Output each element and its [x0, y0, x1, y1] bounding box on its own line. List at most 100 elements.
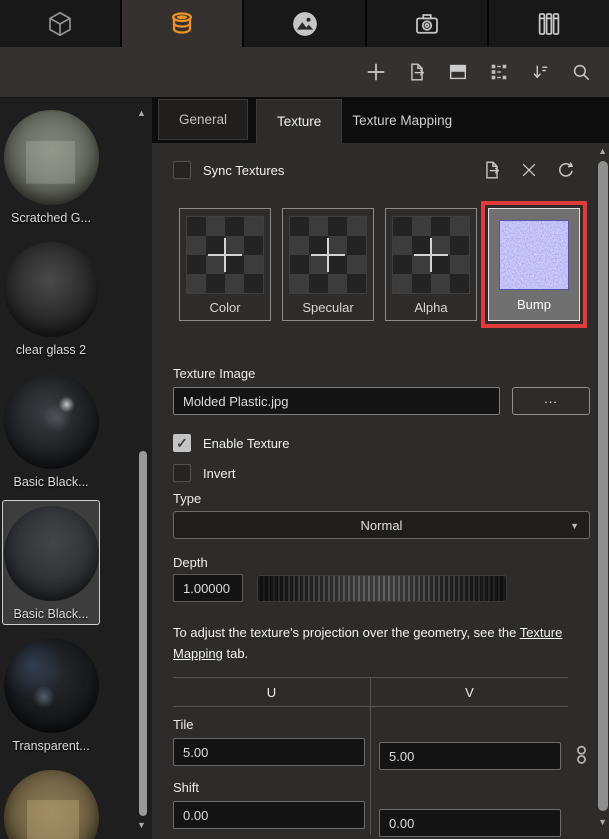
spacer	[379, 784, 568, 803]
tile-v-input[interactable]	[379, 742, 561, 770]
material-thumbnail	[4, 110, 99, 205]
uv-table-body: Tile Shift	[173, 707, 568, 835]
material-thumbnail	[4, 506, 99, 601]
material-label: clear glass 2	[3, 343, 99, 357]
sync-textures-checkbox[interactable]	[173, 161, 191, 179]
sync-textures-label: Sync Textures	[203, 163, 284, 178]
scroll-up-arrow-icon[interactable]: ▲	[598, 146, 607, 156]
delete-texture-icon[interactable]	[519, 160, 539, 180]
material-item[interactable]: Scratched G...	[2, 104, 100, 229]
scroll-down-arrow-icon[interactable]: ▼	[137, 820, 146, 830]
enable-texture-row: ✓ Enable Texture	[173, 434, 590, 452]
material-label: Basic Black...	[3, 475, 99, 489]
material-item-selected[interactable]: Basic Black...	[2, 500, 100, 625]
tab-texture[interactable]: Texture	[256, 99, 342, 143]
tree-view-icon[interactable]	[487, 60, 511, 84]
slot-specular[interactable]: Specular	[282, 208, 374, 321]
slot-alpha[interactable]: Alpha	[385, 208, 477, 321]
tab-library[interactable]	[489, 0, 609, 47]
shift-label: Shift	[173, 780, 365, 795]
uv-col-u: Tile Shift	[173, 707, 370, 835]
tab-scene[interactable]	[0, 0, 120, 47]
slot-label: Bump	[489, 297, 579, 312]
refresh-texture-icon[interactable]	[555, 160, 576, 181]
texture-action-icons	[481, 159, 590, 181]
uv-table: U V Tile Shift	[173, 677, 568, 835]
shift-v-input[interactable]	[379, 809, 561, 837]
checkerboard-empty-thumb	[393, 217, 469, 293]
material-list: Scratched G... clear glass 2 Basic Black…	[2, 104, 102, 839]
enable-texture-checkbox[interactable]: ✓	[173, 434, 191, 452]
scroll-up-arrow-icon[interactable]: ▲	[137, 108, 146, 118]
tile-label: Tile	[173, 717, 365, 732]
cube-icon	[45, 9, 75, 39]
materials-toolbar	[0, 47, 609, 97]
texture-tab-content: Sync Textures	[152, 143, 609, 835]
tab-general[interactable]: General	[158, 99, 248, 140]
camera-icon	[412, 9, 442, 39]
texture-slots: Color Specular Alpha	[179, 208, 590, 321]
paint-bucket-icon	[167, 9, 197, 39]
uv-section: U V Tile Shift	[173, 677, 590, 835]
invert-label: Invert	[203, 466, 236, 481]
uv-table-header: U V	[173, 678, 568, 707]
material-item[interactable]: Transparent...	[2, 632, 100, 757]
tab-materials[interactable]	[122, 0, 242, 47]
tile-u-input[interactable]	[173, 738, 365, 766]
panel-scrollbar-thumb[interactable]	[598, 161, 608, 811]
sidebar-scrollbar-thumb[interactable]	[139, 451, 147, 816]
uv-col-v	[370, 707, 568, 835]
slot-label: Specular	[283, 300, 373, 315]
material-item[interactable]: clear glass 2	[2, 236, 100, 361]
shift-u-input[interactable]	[173, 801, 365, 829]
projection-note: To adjust the texture's projection over …	[173, 622, 578, 664]
tab-texture-mapping[interactable]: Texture Mapping	[342, 97, 462, 143]
checkerboard-empty-thumb	[290, 217, 366, 293]
type-dropdown[interactable]: Normal ▼	[173, 511, 590, 539]
invert-checkbox[interactable]	[173, 464, 191, 482]
sort-icon[interactable]	[528, 60, 552, 84]
plus-icon	[414, 238, 448, 272]
library-icon	[534, 9, 564, 39]
uv-column-v: V	[370, 678, 568, 706]
sync-textures-row: Sync Textures	[173, 157, 590, 183]
export-icon[interactable]	[405, 60, 429, 84]
keyshot-texture-panel: Scratched G... clear glass 2 Basic Black…	[0, 0, 609, 839]
slot-bump-selected-annotated[interactable]: Bump	[488, 208, 580, 321]
note-text: tab.	[223, 646, 248, 661]
material-thumbnail	[4, 638, 99, 733]
link-uv-chain-icon[interactable]	[573, 743, 590, 767]
material-thumbnail	[4, 242, 99, 337]
texture-image-row: ...	[173, 387, 590, 415]
depth-row	[173, 574, 590, 602]
uv-column-u: U	[173, 678, 370, 706]
material-list-sidebar: Scratched G... clear glass 2 Basic Black…	[0, 97, 152, 839]
depth-label: Depth	[173, 555, 590, 570]
material-thumbnail	[4, 374, 99, 469]
slot-color[interactable]: Color	[179, 208, 271, 321]
note-text: To adjust the texture's projection over …	[173, 625, 520, 640]
plus-icon	[208, 238, 242, 272]
material-label: Basic Black...	[3, 607, 99, 621]
type-label: Type	[173, 491, 590, 506]
scroll-down-arrow-icon[interactable]: ▼	[598, 817, 607, 827]
top-tab-bar	[0, 0, 609, 47]
material-thumbnail	[4, 770, 99, 839]
split-view-icon[interactable]	[446, 60, 470, 84]
depth-input[interactable]	[173, 574, 243, 602]
material-item[interactable]: Basic Black...	[2, 368, 100, 493]
type-dropdown-value: Normal	[174, 518, 589, 533]
texture-image-input[interactable]	[173, 387, 500, 415]
image-icon	[290, 9, 320, 39]
browse-button[interactable]: ...	[512, 387, 590, 415]
add-icon[interactable]	[364, 60, 388, 84]
tab-environment[interactable]	[244, 0, 364, 47]
invert-row: Invert	[173, 464, 590, 482]
depth-scrub-slider[interactable]	[257, 575, 507, 602]
search-icon[interactable]	[569, 60, 593, 84]
tab-cameras[interactable]	[367, 0, 487, 47]
material-item[interactable]: Scratched G...	[2, 764, 100, 839]
export-texture-icon[interactable]	[481, 159, 503, 181]
chevron-down-icon: ▼	[570, 521, 579, 531]
plus-icon	[311, 238, 345, 272]
